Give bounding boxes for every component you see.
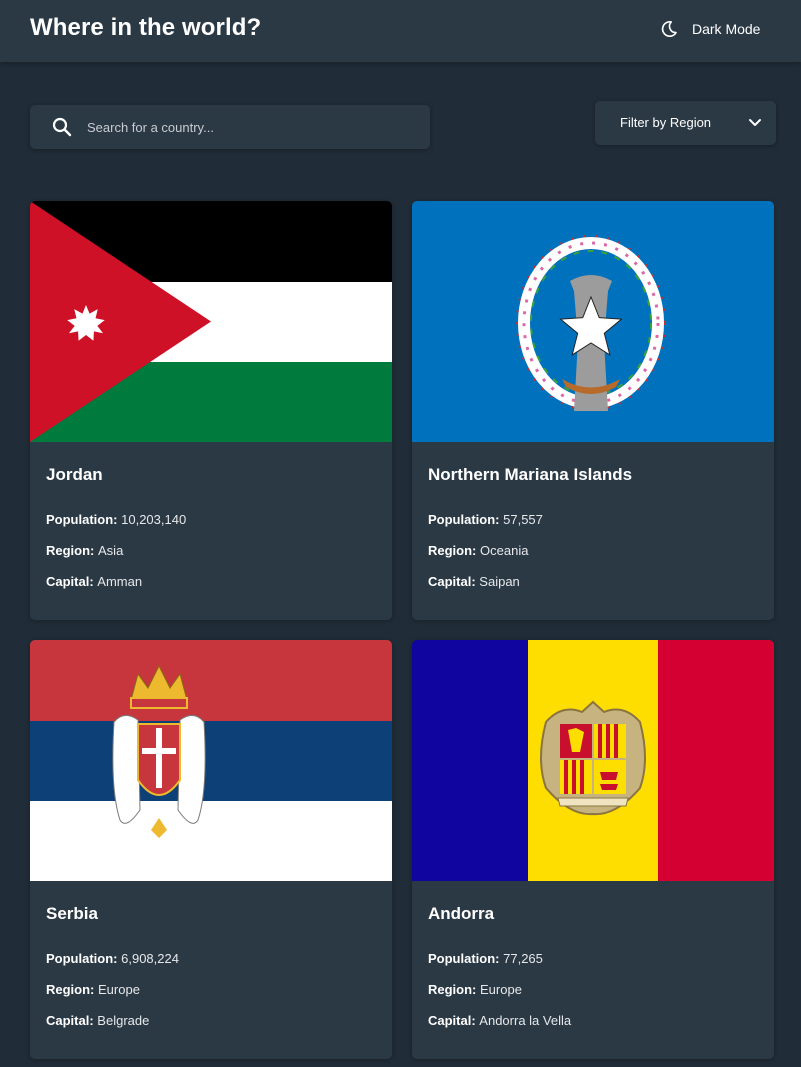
- population-row: Population: 57,557: [428, 512, 543, 527]
- capital-value: Amman: [97, 574, 143, 589]
- population-label: Population:: [46, 512, 118, 527]
- search-input[interactable]: [87, 105, 417, 149]
- region-filter-dropdown[interactable]: Filter by Region: [595, 101, 776, 145]
- population-label: Population:: [428, 951, 500, 966]
- capital-value: Belgrade: [97, 1013, 150, 1028]
- capital-row: Capital: Saipan: [428, 574, 520, 589]
- dark-mode-toggle[interactable]: Dark Mode: [660, 18, 760, 40]
- region-label: Region:: [428, 982, 477, 997]
- region-label: Region:: [428, 543, 477, 558]
- country-card-serbia[interactable]: Serbia Population: 6,908,224 Region: Eur…: [30, 640, 392, 1059]
- capital-value: Saipan: [479, 574, 520, 589]
- dark-mode-label: Dark Mode: [692, 21, 761, 37]
- population-value: 10,203,140: [121, 512, 187, 527]
- app-title: Where in the world?: [30, 14, 262, 41]
- region-label: Region:: [46, 543, 95, 558]
- chevron-down-icon: [749, 119, 761, 126]
- population-label: Population:: [428, 512, 500, 527]
- country-name: Northern Mariana Islands: [428, 465, 633, 484]
- capital-label: Capital:: [46, 1013, 94, 1028]
- andorra-flag: [412, 640, 774, 881]
- search-icon: [52, 117, 72, 137]
- population-row: Population: 6,908,224: [46, 951, 179, 966]
- country-name: Jordan: [46, 465, 103, 484]
- region-value: Asia: [98, 543, 124, 558]
- region-row: Region: Asia: [46, 543, 123, 558]
- region-value: Europe: [98, 982, 140, 997]
- population-value: 77,265: [503, 951, 543, 966]
- population-value: 57,557: [503, 512, 543, 527]
- country-card-northern-mariana-islands[interactable]: Northern Mariana Islands Population: 57,…: [412, 201, 774, 620]
- search-box: [30, 105, 430, 149]
- country-card-jordan[interactable]: Jordan Population: 10,203,140 Region: As…: [30, 201, 392, 620]
- capital-row: Capital: Belgrade: [46, 1013, 149, 1028]
- population-label: Population:: [46, 951, 118, 966]
- northern-mariana-islands-flag: [412, 201, 774, 442]
- capital-label: Capital:: [428, 1013, 476, 1028]
- country-card-andorra[interactable]: Andorra Population: 77,265 Region: Europ…: [412, 640, 774, 1059]
- region-value: Oceania: [480, 543, 529, 558]
- serbia-flag: [30, 640, 392, 881]
- region-row: Region: Europe: [46, 982, 140, 997]
- filter-label: Filter by Region: [620, 115, 712, 130]
- top-header: Where in the world? Dark Mode: [0, 0, 801, 62]
- region-label: Region:: [46, 982, 95, 997]
- capital-value: Andorra la Vella: [479, 1013, 572, 1028]
- capital-row: Capital: Amman: [46, 574, 142, 589]
- capital-label: Capital:: [428, 574, 476, 589]
- country-name: Serbia: [46, 904, 98, 923]
- population-value: 6,908,224: [121, 951, 179, 966]
- population-row: Population: 77,265: [428, 951, 543, 966]
- capital-label: Capital:: [46, 574, 94, 589]
- country-name: Andorra: [428, 904, 495, 923]
- region-row: Region: Europe: [428, 982, 522, 997]
- moon-icon: [661, 21, 677, 37]
- region-value: Europe: [480, 982, 522, 997]
- region-row: Region: Oceania: [428, 543, 528, 558]
- population-row: Population: 10,203,140: [46, 512, 186, 527]
- capital-row: Capital: Andorra la Vella: [428, 1013, 571, 1028]
- jordan-flag: [30, 201, 392, 442]
